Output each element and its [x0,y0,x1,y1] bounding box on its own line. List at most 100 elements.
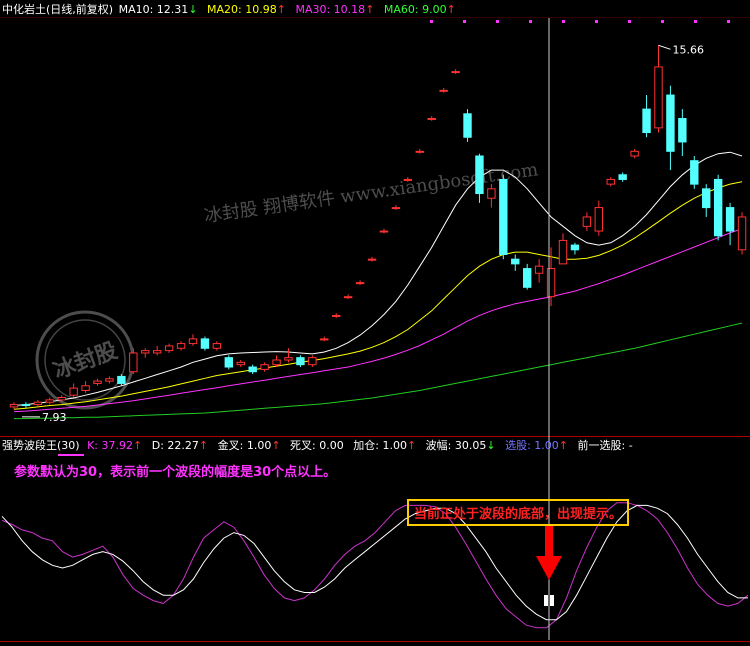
signal-marker-icon [544,595,548,606]
stock-chart: 冰封股 翔博软件 www.xiangbosoft.com冰封股 15.667.9… [0,0,750,646]
candle-body [534,265,544,274]
candle-body [45,399,54,403]
candle [713,174,723,241]
candle-body [236,361,245,366]
candle-body [558,239,568,265]
indicator-add-position: 加仓: 1.00 [353,439,407,452]
candle-body [33,401,43,406]
candle-body [224,357,234,368]
candle [690,156,699,189]
select-arrow-icon: ↑ [558,439,569,452]
candle-body [367,258,377,261]
indicator-golden-cross: 金叉: 1.00 [217,439,272,452]
candle-body [666,94,675,152]
candle-body [415,150,424,153]
candle-body [439,89,448,92]
down-arrow-icon [545,526,553,558]
candle [499,174,508,260]
candle-body [212,343,222,349]
signal-dot-icon [529,20,532,23]
signal-dot-icon [628,20,631,23]
candle-body [164,345,174,352]
ma60-arrow-icon: ↑ [446,3,456,16]
ma30-arrow-icon: ↑ [365,3,375,16]
candle-body [129,352,138,373]
candle-body [9,404,19,408]
candle-body [463,113,472,138]
signal-marker-icon [550,595,554,606]
candle-body [690,160,699,185]
candle-body [403,178,413,181]
candle-body [21,404,31,407]
candle-body [81,385,90,391]
candle-body [117,375,126,384]
candle-body [391,207,401,210]
candle-body [141,350,150,354]
main-chart-header: 中化岩土(日线,前复权) MA10: 12.31↓ MA20: 10.98 ↑ M… [2,3,456,16]
candle [200,336,210,351]
ma10-label: MA10: 12.31 [118,3,189,16]
candle-body [93,380,102,384]
candle-body [487,188,496,199]
signal-dot-icon [694,20,697,23]
ma30-label: MA30: 10.18 [295,3,366,16]
candle-body [69,387,78,396]
candle-body [630,150,639,157]
indicator-dead-cross: 死叉: 0.00 [290,439,344,452]
candle [224,355,234,370]
signal-dot-icon [562,20,565,23]
indicator-amplitude: 波幅: 30.05 [425,439,487,452]
candle-body [200,338,210,349]
candle-body [427,117,436,120]
k-arrow-icon: ↑ [133,439,143,452]
candle-body [522,268,532,288]
signal-dot-icon [463,20,466,23]
signal-dot-icon [430,20,433,23]
candle-body [272,359,281,366]
signal-dot-icon [727,20,730,23]
candle-body [176,343,186,349]
candle-body [606,178,615,185]
golden-arrow-icon: ↑ [271,439,281,452]
candle-body [594,207,604,232]
candle-body [546,268,556,298]
indicator-select: 选股: 1.00 [505,439,559,452]
candle-body [499,178,508,255]
candle-body [248,366,257,373]
low-price-label: 7.93 [42,411,67,424]
candle-body [725,207,735,232]
signal-dot-icon [496,20,499,23]
candle-body [284,357,293,361]
candle-body [654,66,663,129]
ma20-label: MA20: 10.98 [207,3,277,16]
bottom-signal-callout: 当前正处于波段的底部，出现提示。 [407,499,630,526]
add-arrow-icon: ↑ [406,439,417,452]
ma60-label: MA60: 9.00 [383,3,447,16]
candle-body [188,338,198,345]
signal-dot-icon [595,20,598,23]
candle-body [343,296,353,299]
candle-body [105,378,114,382]
candle-body [260,364,269,370]
indicator-d: D: 22.27 [151,439,199,452]
candle-body [332,314,341,317]
candle-body [511,258,520,265]
candle-body [451,71,460,74]
signal-dot-icon [661,20,664,23]
stock-title: 中化岩土(日线,前复权) [2,3,114,16]
candle-body [618,174,627,180]
candle-body [737,216,747,251]
candle-body [379,230,389,233]
candle-body [296,357,305,366]
ma10-arrow-icon: ↓ [188,3,198,16]
indicator-prev-select: 前一选股: - [577,439,633,452]
candle-body [355,282,365,285]
candle-body [582,216,592,227]
candle-body [152,350,162,354]
high-price-label: 15.66 [672,43,704,56]
candle-body [475,155,484,195]
candle-body [713,178,723,237]
candle [463,109,472,142]
d-arrow-icon: ↑ [198,439,209,452]
candle-body [308,357,317,366]
